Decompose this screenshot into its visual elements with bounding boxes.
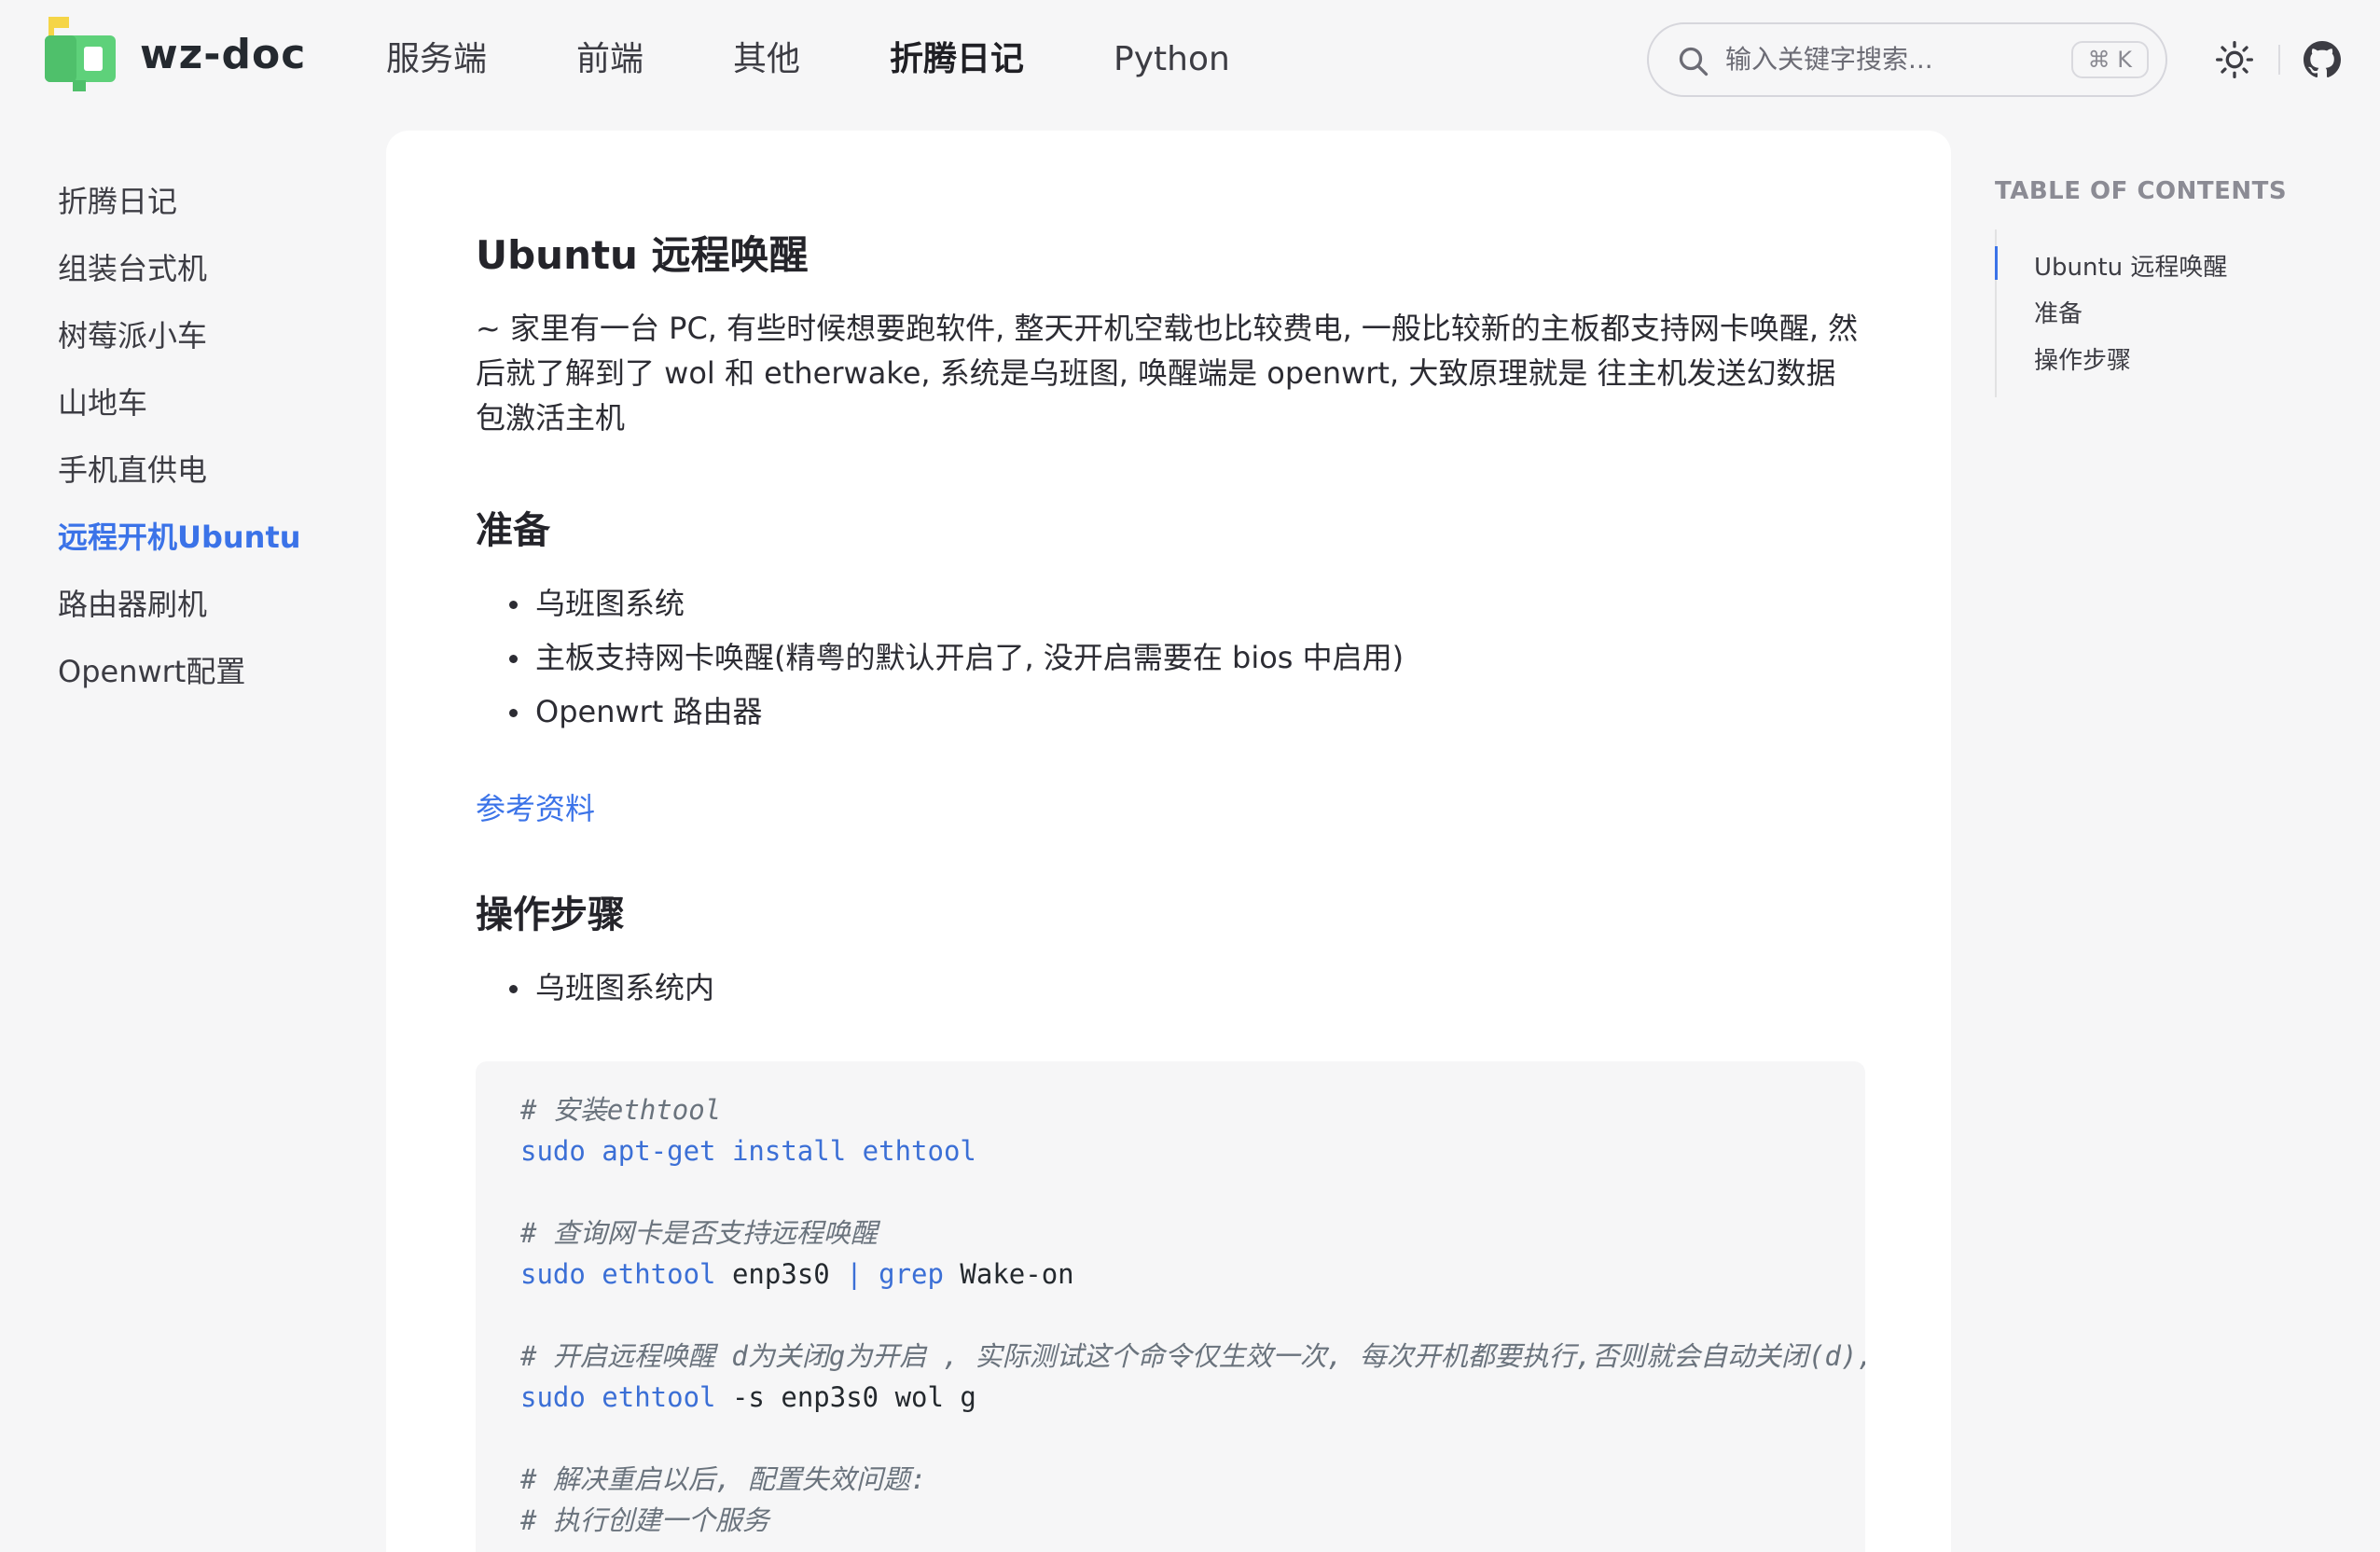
nav-item-frontend[interactable]: 前端 — [576, 34, 643, 86]
code-token-argument: enp3s0 — [715, 1258, 847, 1290]
top-navbar: wz-doc 服务端 前端 其他 折腾日记 Python 输入关键字搜索... … — [0, 0, 2380, 119]
steps-list: 乌班图系统内 — [476, 961, 714, 1015]
nav-item-server[interactable]: 服务端 — [386, 34, 487, 86]
code-comment-line: # 执行创建一个服务 — [520, 1504, 769, 1536]
code-comment-line: # 安装ethtool — [520, 1094, 722, 1126]
list-item: 主板支持网卡唤醒(精粤的默认开启了, 没开启需要在 bios 中启用) — [476, 630, 1404, 685]
sidebar-item-mountain-bike[interactable]: 山地车 — [58, 369, 147, 436]
code-comment-line: # 解决重启以后, 配置失效问题: — [520, 1463, 927, 1495]
code-token-argument: Wake-on — [943, 1258, 1074, 1290]
article-card: Ubuntu 远程唤醒 ~ 家里有一台 PC, 有些时候想要跑软件, 整天开机空… — [386, 131, 1951, 1552]
article-intro: ~ 家里有一台 PC, 有些时候想要跑软件, 整天开机空载也比较费电, 一般比较… — [476, 311, 1859, 436]
code-token-command: sudo apt-get install ethtool — [520, 1135, 976, 1167]
code-command-line: sudo ethtool -s enp3s0 wol g — [520, 1377, 976, 1418]
site-logo-link[interactable]: wz-doc — [41, 15, 306, 93]
sidebar-item-tinkering-diary[interactable]: 折腾日记 — [58, 168, 177, 235]
sidebar-item-desktop-build[interactable]: 组装台式机 — [58, 235, 207, 302]
section-heading-preparation: 准备 — [476, 509, 550, 552]
code-token-argument: -s enp3s0 wol g — [715, 1381, 976, 1413]
sun-icon[interactable] — [2214, 39, 2255, 80]
nav-item-other[interactable]: 其他 — [733, 34, 800, 86]
sidebar-item-remote-boot-ubuntu[interactable]: 远程开机Ubuntu — [58, 504, 301, 571]
list-item: Openwrt 路由器 — [476, 685, 1404, 739]
nav-item-tinkering-diary[interactable]: 折腾日记 — [890, 34, 1024, 86]
toc-item-ubuntu-wake[interactable]: Ubuntu 远程唤醒 — [2034, 244, 2227, 291]
nav-item-python[interactable]: Python — [1114, 34, 1230, 86]
sidebar-item-router-flash[interactable]: 路由器刷机 — [58, 571, 207, 638]
code-command-line: sudo apt-get install ethtool — [520, 1130, 976, 1171]
reference-link[interactable]: 参考资料 — [476, 785, 595, 828]
list-item: 乌班图系统 — [476, 576, 1404, 630]
list-item: 乌班图系统内 — [476, 961, 714, 1015]
toc-item-steps[interactable]: 操作步骤 — [2034, 338, 2131, 384]
code-token-command: | grep — [846, 1258, 944, 1290]
code-token-command: sudo ethtool — [520, 1258, 716, 1290]
toc-active-indicator — [1995, 246, 1998, 280]
search-placeholder: 输入关键字搜索... — [1725, 44, 1933, 75]
code-comment-line: # 查询网卡是否支持远程唤醒 — [520, 1217, 878, 1249]
search-box[interactable]: 输入关键字搜索... ⌘ K — [1647, 22, 2167, 97]
code-comment-line: # 开启远程唤醒 d为关闭g为开启 , 实际测试这个命令仅生效一次, 每次开机都… — [520, 1340, 1865, 1372]
sidebar-item-openwrt-config[interactable]: Openwrt配置 — [58, 638, 245, 705]
site-name: wz-doc — [140, 30, 307, 78]
article-title: Ubuntu 远程唤醒 — [476, 232, 809, 278]
github-icon[interactable] — [2304, 41, 2341, 78]
sidebar-item-raspberry-car[interactable]: 树莓派小车 — [58, 302, 207, 369]
search-shortcut-badge: ⌘ K — [2070, 41, 2149, 78]
toc-title: TABLE OF CONTENTS — [1995, 177, 2288, 205]
code-block[interactable]: # 安装ethtool sudo apt-get install ethtool #… — [476, 1061, 1865, 1552]
code-token-command: sudo ethtool — [520, 1381, 716, 1413]
sidebar-item-phone-direct-power[interactable]: 手机直供电 — [58, 436, 207, 504]
search-icon — [1679, 47, 1709, 76]
code-command-line: sudo ethtool enp3s0 | grep Wake-on — [520, 1254, 1074, 1295]
prep-list: 乌班图系统 主板支持网卡唤醒(精粤的默认开启了, 没开启需要在 bios 中启用)… — [476, 576, 1404, 739]
navbar-divider — [2278, 45, 2280, 75]
section-heading-steps: 操作步骤 — [476, 894, 625, 936]
toc-item-preparation[interactable]: 准备 — [2034, 291, 2082, 338]
mailbox-logo-icon — [45, 17, 116, 91]
